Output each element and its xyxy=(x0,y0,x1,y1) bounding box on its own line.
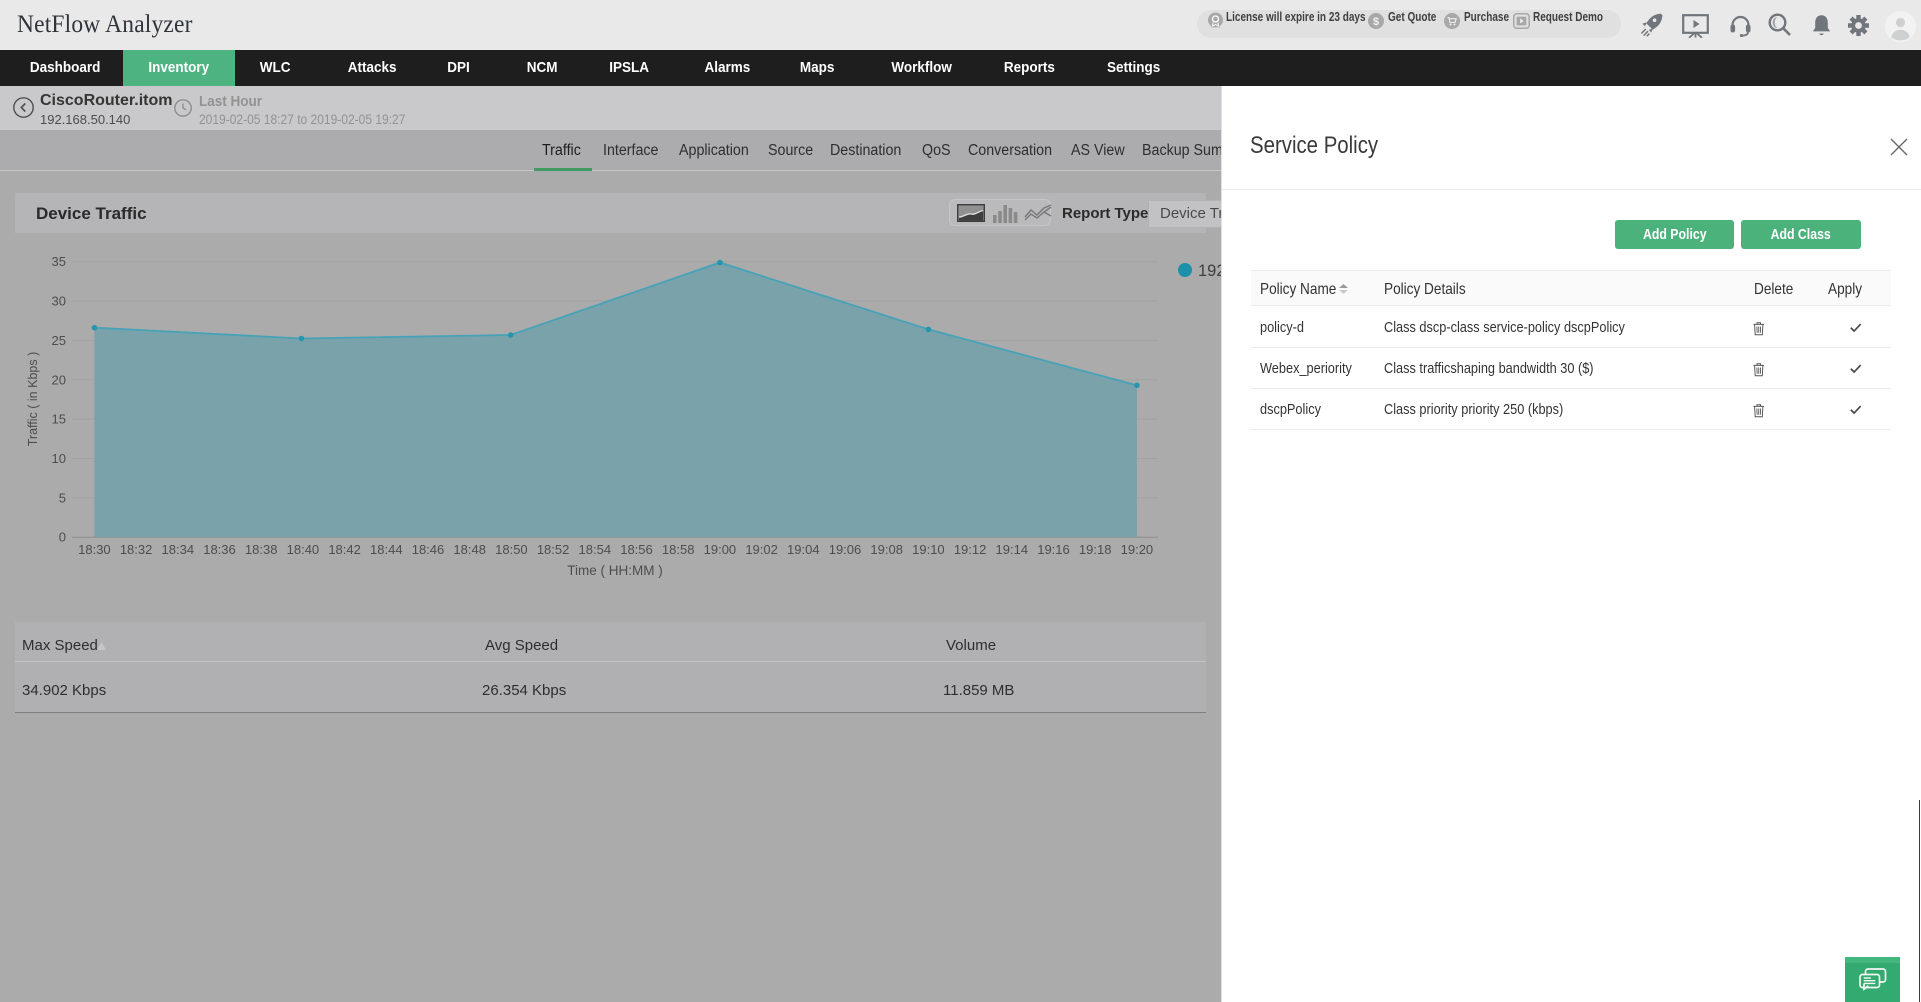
svg-text:Traffic ( in Kbps ): Traffic ( in Kbps ) xyxy=(26,352,40,446)
svg-text:0: 0 xyxy=(59,530,66,545)
svg-text:18:34: 18:34 xyxy=(162,542,195,557)
svg-text:18:46: 18:46 xyxy=(412,542,445,557)
svg-text:19:02: 19:02 xyxy=(745,542,778,557)
svg-text:18:58: 18:58 xyxy=(662,542,695,557)
svg-text:19:08: 19:08 xyxy=(870,542,903,557)
svg-text:25: 25 xyxy=(52,333,66,348)
svg-text:18:42: 18:42 xyxy=(328,542,361,557)
svg-text:19:06: 19:06 xyxy=(829,542,862,557)
svg-text:Time ( HH:MM ): Time ( HH:MM ) xyxy=(567,563,662,578)
svg-text:18:48: 18:48 xyxy=(453,542,486,557)
svg-text:35: 35 xyxy=(52,254,66,269)
svg-text:10: 10 xyxy=(52,451,66,466)
svg-text:18:54: 18:54 xyxy=(579,542,612,557)
svg-text:19:16: 19:16 xyxy=(1037,542,1070,557)
svg-text:18:30: 18:30 xyxy=(78,542,111,557)
svg-text:18:44: 18:44 xyxy=(370,542,403,557)
svg-text:18:50: 18:50 xyxy=(495,542,528,557)
svg-text:5: 5 xyxy=(59,490,66,505)
svg-text:15: 15 xyxy=(52,412,66,427)
svg-text:19:00: 19:00 xyxy=(704,542,737,557)
svg-text:18:38: 18:38 xyxy=(245,542,278,557)
svg-text:18:32: 18:32 xyxy=(120,542,153,557)
svg-text:19:14: 19:14 xyxy=(996,542,1029,557)
svg-text:192.168.50.140: 192.168.50.140 xyxy=(1198,262,1221,280)
svg-text:19:20: 19:20 xyxy=(1121,542,1154,557)
svg-text:18:40: 18:40 xyxy=(287,542,320,557)
svg-text:30: 30 xyxy=(52,294,66,309)
svg-text:$: $ xyxy=(1373,16,1379,28)
svg-text:18:56: 18:56 xyxy=(620,542,653,557)
svg-text:19:10: 19:10 xyxy=(912,542,945,557)
svg-text:19:12: 19:12 xyxy=(954,542,987,557)
svg-text:19:18: 19:18 xyxy=(1079,542,1112,557)
svg-text:18:52: 18:52 xyxy=(537,542,570,557)
svg-text:20: 20 xyxy=(52,372,66,387)
svg-text:18:36: 18:36 xyxy=(203,542,236,557)
svg-text:19:04: 19:04 xyxy=(787,542,820,557)
